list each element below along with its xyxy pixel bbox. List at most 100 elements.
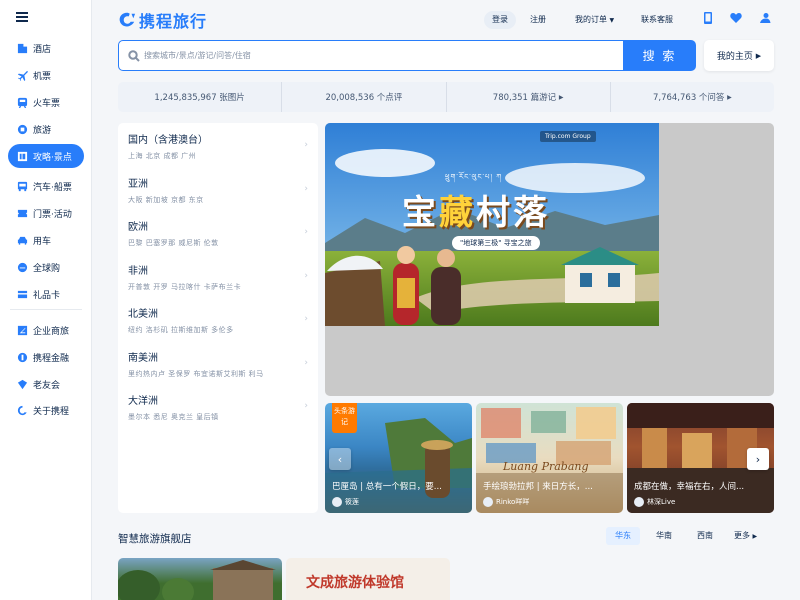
chevron-right-icon: › [304,314,308,324]
search-input[interactable] [144,51,604,60]
chevron-right-icon: ▶ [727,93,732,101]
shop-card[interactable] [118,558,282,600]
tab-southwest[interactable]: 西南 [688,527,722,545]
banner-image: Trip.com Group ཕྲུག་རོང་ལུང་པ། ཀ 宝藏村落 "地… [325,123,659,326]
sidebar-item-label: 攻略·景点 [33,152,72,163]
service-link[interactable]: 联系客服 [641,11,673,29]
card-author-name: 林深Live [647,498,676,506]
shop-card[interactable]: 文成旅游体验馆 [286,558,450,600]
sidebar-item[interactable]: 企业商旅 [8,318,84,342]
sidebar-item-label: 火车票 [33,98,61,109]
search-button[interactable]: 搜 索 [623,40,696,71]
my-home-button[interactable]: 我的主页 ▶ [704,40,774,71]
carousel-next-button[interactable]: › [747,448,769,470]
region-item[interactable]: 亚洲 大阪 新加坡 京都 东京 › [118,169,318,212]
tab-east[interactable]: 华东 [606,527,640,545]
region-list: 国内（含港澳台） 上海 北京 成都 广州 › 亚洲 大阪 新加坡 京都 东京 › 欧洲 巴黎 … [118,123,318,513]
chevron-right-icon: › [304,183,308,194]
sidebar-item[interactable]: 门票·活动 [8,201,84,225]
user-icon[interactable] [759,12,773,26]
orders-menu[interactable]: 我的订单 ▼ [575,11,614,29]
topbar: 携程旅行 [92,0,800,38]
region-cities: 巴黎 巴塞罗那 威尼斯 伦敦 [128,239,219,247]
sidebar-item[interactable]: 机票 [8,63,84,87]
sidebar-item-label: 门票·活动 [33,209,72,220]
banner-title-part2: 藏 [439,193,476,233]
region-cities: 里约热内卢 圣保罗 布宜诺斯艾利斯 利马 [128,369,264,378]
register-link[interactable]: 注册 [530,11,546,29]
travel-icon [16,123,28,135]
sidebar-item-label: 礼品卡 [33,290,61,301]
sidebar-item-label: 老友会 [33,380,61,391]
card-badge: 头条游记 [332,403,357,433]
region-item[interactable]: 非洲 开普敦 开罗 马拉喀什 卡萨布兰卡 › [118,256,318,299]
sidebar-item-label: 关于携程 [33,406,70,417]
tab-south[interactable]: 华南 [647,527,681,545]
region-name: 北美洲 [128,309,158,320]
sidebar-item[interactable]: 关于携程 [8,398,84,422]
sidebar-item[interactable]: 全球购 [8,255,84,279]
login-button[interactable]: 登录 [484,11,516,29]
tab-more-label: 更多 [734,531,750,540]
heart-icon[interactable] [730,12,744,26]
sidebar-item[interactable]: 攻略·景点 [8,144,84,168]
logo[interactable]: 携程旅行 [118,9,207,31]
region-item[interactable]: 北美洲 纽约 洛杉矶 拉斯维加斯 多伦多 › [118,299,318,342]
card-author: 筱莲 [332,497,359,507]
region-item[interactable]: 国内（含港澳台） 上海 北京 成都 广州 › [118,125,318,168]
chevron-right-icon: ▶ [752,533,758,540]
sidebar-item[interactable]: 老友会 [8,372,84,396]
menu-icon[interactable] [16,12,28,22]
global-icon [16,261,28,273]
travelogue-card[interactable]: Luang Prabang 手绘琅勃拉邦 | 来日方长，... Rinko咩咩 [476,403,623,513]
sidebar-item-label: 汽车·船票 [33,182,72,193]
card-author: Rinko咩咩 [483,497,529,507]
region-name: 南美洲 [128,352,158,364]
avatar [332,497,342,507]
stat-travelogues[interactable]: 780,351 篇游记 ▶ [447,82,611,112]
sidebar-item-label: 旅游 [33,125,52,136]
sidebar-item[interactable]: 用车 [8,228,84,252]
banner-title-part3: 村落 [476,193,550,233]
card-author-name: Rinko咩咩 [496,498,530,506]
about-icon [16,404,28,416]
sidebar-item[interactable]: 旅游 [8,117,84,141]
car-icon [16,234,28,246]
search-icon [128,49,140,62]
tab-more[interactable]: 更多 ▶ [725,527,766,545]
chevron-right-icon: › [304,401,308,411]
stat-questions-text: 7,764,763 个问答 [652,93,725,103]
region-item[interactable]: 大洋洲 墨尔本 悉尼 奥克兰 皇后镇 › [118,386,318,429]
sidebar-item-label: 全球购 [33,263,61,274]
sidebar-item[interactable]: 汽车·船票 [8,174,84,198]
orders-label: 我的订单 [575,15,607,24]
sidebar-item[interactable]: 酒店 [8,36,84,60]
banner[interactable]: Trip.com Group ཕྲུག་རོང་ལུང་པ། ཀ 宝藏村落 "地… [325,123,774,396]
stat-photos: 1,245,835,967 张图片 [118,82,283,112]
chevron-right-icon: › [304,270,308,281]
train-icon [16,96,28,108]
chevron-right-icon: › [755,452,761,466]
stats-bar: 1,245,835,967 张图片 20,008,536 个点评 780,351… [118,82,774,112]
region-item[interactable]: 欧洲 巴黎 巴塞罗那 威尼斯 伦敦 › [118,212,318,255]
avatar [483,497,493,507]
sidebar-item[interactable]: 礼品卡 [8,282,84,306]
region-cities: 上海 北京 成都 广州 [128,152,197,160]
sidebar-item[interactable]: 火车票 [8,90,84,114]
region-name: 非洲 [128,265,148,277]
stat-questions[interactable]: 7,764,763 个问答 ▶ [611,82,774,112]
avatar [634,497,644,507]
region-cities: 大阪 新加坡 京都 东京 [128,195,204,204]
region-item[interactable]: 南美洲 里约热内卢 圣保罗 布宜诺斯艾利斯 利马 › [118,343,318,386]
card-caption: 成都在做，幸福在右，人间... [634,482,745,492]
giftcard-icon [16,288,28,300]
sidebar-item-label: 酒店 [33,44,52,55]
ticket-icon [16,207,28,219]
phone-icon[interactable] [702,12,716,26]
sidebar-divider [10,309,82,310]
sidebar-item-label: 携程金融 [33,353,70,364]
sidebar-item-label: 机票 [33,71,52,82]
sidebar-item[interactable]: 携程金融 [8,345,84,369]
plane-icon [16,69,28,81]
carousel-prev-button[interactable]: ‹ [329,448,351,470]
